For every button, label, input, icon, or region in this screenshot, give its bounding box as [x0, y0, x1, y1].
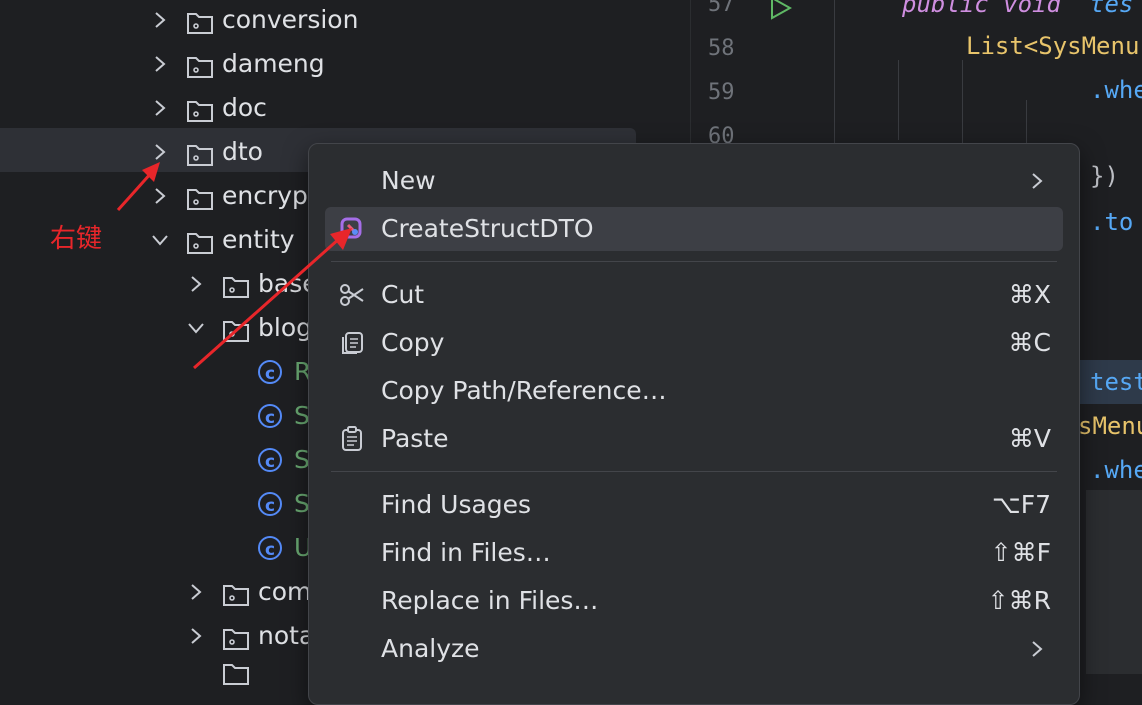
folder-icon — [186, 95, 214, 135]
chevron-right-icon[interactable] — [186, 264, 206, 304]
tree-item-label: dto — [222, 137, 263, 166]
menu-item-analyze[interactable]: Analyze — [325, 627, 1063, 671]
menu-item-find-in-files[interactable]: Find in Files… ⇧⌘F — [325, 531, 1063, 575]
tree-item-label: nota — [258, 621, 315, 650]
menu-item-shortcut: ⌘V — [1008, 424, 1051, 453]
folder-icon — [186, 183, 214, 223]
class-icon: c — [258, 360, 282, 384]
menu-separator — [331, 471, 1057, 472]
code-method: test — [1090, 368, 1142, 396]
code-text: }) — [1090, 162, 1119, 190]
chevron-right-icon — [1031, 627, 1043, 671]
line-number: 58 — [708, 36, 735, 61]
menu-item-label: Find in Files… — [381, 538, 551, 567]
folder-icon — [222, 315, 250, 355]
code-type: List<SysMenu — [966, 32, 1140, 60]
class-icon: c — [258, 536, 282, 560]
menu-item-shortcut: ⌘C — [1008, 328, 1051, 357]
menu-item-label: Replace in Files… — [381, 586, 599, 615]
folder-icon — [222, 662, 250, 690]
run-gutter-icon[interactable] — [770, 0, 793, 20]
menu-item-label: Paste — [381, 424, 449, 453]
paste-icon — [339, 426, 365, 452]
menu-item-paste[interactable]: Paste ⌘V — [325, 417, 1063, 461]
chevron-right-icon[interactable] — [186, 572, 206, 612]
menu-item-replace-in-files[interactable]: Replace in Files… ⇧⌘R — [325, 579, 1063, 623]
menu-item-new[interactable]: New — [325, 159, 1063, 203]
menu-item-createstructdto[interactable]: CreateStructDTO — [325, 207, 1063, 251]
scissors-icon — [339, 282, 365, 308]
menu-item-shortcut: ⌘X — [1008, 280, 1051, 309]
menu-item-label: Copy — [381, 328, 445, 357]
chevron-right-icon[interactable] — [150, 0, 170, 40]
code-method: .whe — [1090, 456, 1142, 484]
tree-item-label: encrypt — [222, 181, 318, 210]
class-icon: c — [258, 404, 282, 428]
tree-item-label: entity — [222, 225, 295, 254]
menu-item-label: New — [381, 166, 436, 195]
menu-item-label: Find Usages — [381, 490, 532, 519]
menu-item-label: Cut — [381, 280, 425, 309]
chevron-right-icon[interactable] — [150, 88, 170, 128]
tree-item-label: conversion — [222, 5, 359, 34]
menu-separator — [331, 261, 1057, 262]
chevron-down-icon[interactable] — [150, 220, 170, 260]
tree-item-label: blog — [258, 313, 312, 342]
chevron-right-icon[interactable] — [150, 132, 170, 172]
class-icon: c — [258, 448, 282, 472]
folder-icon — [186, 139, 214, 179]
folder-icon — [186, 7, 214, 47]
menu-item-shortcut: ⌥F7 — [991, 490, 1051, 519]
code-method: tes — [1090, 0, 1134, 18]
menu-item-shortcut: ⇧⌘F — [990, 538, 1051, 567]
folder-icon — [222, 271, 250, 311]
tree-item-label: doc — [222, 93, 267, 122]
folder-icon — [222, 579, 250, 619]
class-icon: c — [258, 492, 282, 516]
menu-item-copy[interactable]: Copy ⌘C — [325, 321, 1063, 365]
menu-item-shortcut: ⇧⌘R — [987, 586, 1051, 615]
plugin-icon — [339, 216, 365, 242]
folder-icon — [186, 51, 214, 91]
menu-item-find-usages[interactable]: Find Usages ⌥F7 — [325, 483, 1063, 527]
folder-icon — [222, 623, 250, 663]
code-keyword: public void — [902, 0, 1061, 18]
chevron-right-icon[interactable] — [186, 616, 206, 656]
tree-item-label: dameng — [222, 49, 325, 78]
chevron-right-icon[interactable] — [150, 176, 170, 216]
chevron-right-icon[interactable] — [150, 44, 170, 84]
line-number: 57 — [708, 0, 735, 17]
code-method: .to — [1090, 208, 1134, 236]
editor-shaded-block — [1086, 490, 1142, 674]
code-type: sMenu — [1078, 412, 1142, 440]
menu-item-copy-path[interactable]: Copy Path/Reference… — [325, 369, 1063, 413]
chevron-down-icon[interactable] — [186, 308, 206, 348]
line-number: 59 — [708, 80, 735, 105]
menu-item-label: Analyze — [381, 634, 480, 663]
code-method: .whe — [1090, 76, 1142, 104]
context-menu: New CreateStructDTO Cut ⌘X Copy ⌘C Copy … — [308, 143, 1080, 705]
chevron-right-icon — [1031, 159, 1043, 203]
indent-guide — [962, 60, 963, 150]
folder-icon — [186, 227, 214, 267]
indent-guide — [898, 60, 899, 140]
tree-item-label: com — [258, 577, 312, 606]
menu-item-cut[interactable]: Cut ⌘X — [325, 273, 1063, 317]
menu-item-label: Copy Path/Reference… — [381, 376, 667, 405]
copy-icon — [339, 330, 365, 356]
menu-item-label: CreateStructDTO — [381, 214, 594, 243]
